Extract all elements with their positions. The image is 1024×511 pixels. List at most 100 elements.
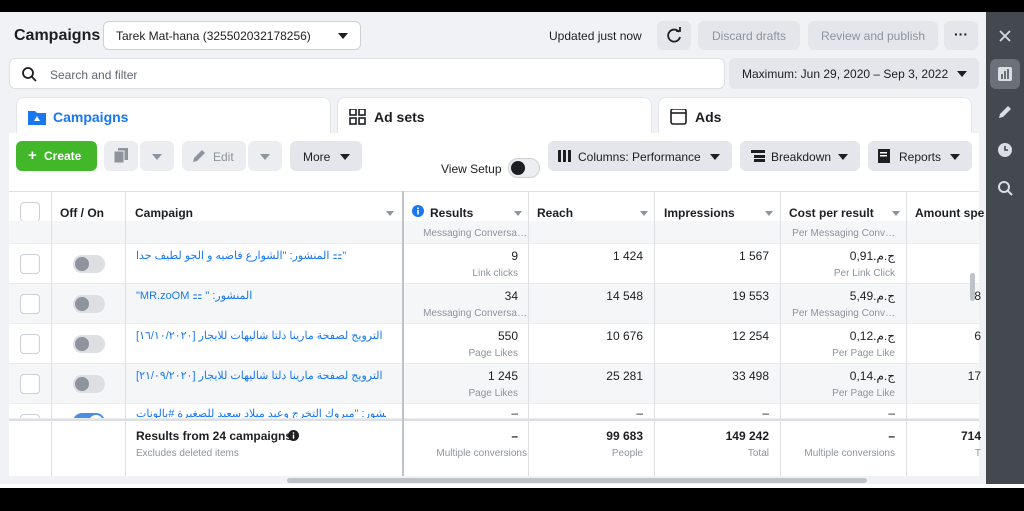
discard-drafts-button[interactable]: Discard drafts — [698, 21, 800, 50]
update-status: Updated just now — [549, 29, 642, 43]
duplicate-dropdown[interactable] — [140, 141, 174, 171]
col-impressions[interactable]: Impressions — [664, 206, 735, 220]
create-button[interactable]: + Create — [16, 141, 97, 171]
toggle-knob — [75, 377, 89, 391]
edit-panel-button[interactable] — [990, 97, 1020, 127]
reports-button[interactable]: Reports — [868, 141, 972, 171]
chevron-down-icon — [957, 71, 967, 77]
columns-icon — [558, 150, 571, 162]
column-divider — [780, 191, 781, 476]
close-icon — [999, 30, 1011, 42]
review-publish-button[interactable]: Review and publish — [808, 21, 938, 50]
edit-dropdown[interactable] — [248, 141, 282, 171]
column-divider — [51, 191, 52, 476]
cost-value: ج.م.0,91 — [849, 249, 895, 263]
close-button[interactable] — [990, 21, 1020, 51]
chevron-down-icon — [152, 154, 162, 160]
reach-value: 10 676 — [606, 329, 643, 343]
sort-caret-icon[interactable] — [765, 211, 773, 216]
create-label: Create — [44, 149, 82, 163]
impressions-value: 12 254 — [732, 329, 769, 343]
results-sub: Messaging Conversa… — [423, 308, 527, 319]
date-range-label: Maximum: Jun 29, 2020 – Sep 3, 2022 — [742, 67, 949, 81]
table-row[interactable]: "MR.zoOM ⚏ " :المنشور 34 Messaging Conve… — [9, 284, 981, 324]
sort-caret-icon[interactable] — [640, 211, 648, 216]
sort-caret-icon[interactable] — [386, 211, 394, 216]
amount-value: 17 — [967, 369, 981, 383]
impressions-value: 1 567 — [738, 249, 769, 263]
tab-campaigns[interactable]: Campaigns — [16, 97, 331, 137]
date-range-picker[interactable]: Maximum: Jun 29, 2020 – Sep 3, 2022 — [729, 58, 979, 89]
results-sub: Page Likes — [468, 348, 518, 359]
campaign-name-link[interactable]: [٢١/٠٩/٢٠٢٠] الترويج لصفحة مارينا دلتا ش… — [136, 369, 386, 382]
row-checkbox[interactable] — [20, 254, 40, 274]
horizontal-scrollbar[interactable] — [287, 478, 867, 483]
col-amount-spent[interactable]: Amount spe — [915, 206, 984, 220]
chevron-down-icon — [260, 154, 270, 160]
edit-button[interactable]: Edit — [182, 141, 246, 171]
tab-ads[interactable]: Ads — [658, 97, 972, 137]
tab-label: Campaigns — [53, 109, 129, 125]
totals-reach-sub: People — [611, 448, 643, 459]
col-offon[interactable]: Off / On — [60, 206, 104, 220]
amount-value: 6 — [974, 329, 981, 343]
search-input[interactable]: Search and filter — [9, 58, 725, 89]
history-button[interactable] — [990, 135, 1020, 165]
refresh-button[interactable] — [657, 21, 691, 50]
table-row[interactable]: [٢١/٠٩/٢٠٢٠] الترويج لصفحة مارينا دلتا ش… — [9, 364, 981, 404]
results-value: 9 — [511, 249, 518, 263]
col-results[interactable]: Results — [430, 206, 473, 220]
sort-caret-icon[interactable] — [892, 211, 900, 216]
cost-sub: Per Link Click — [833, 268, 895, 279]
clock-icon — [998, 143, 1012, 157]
campaign-name-link[interactable]: المنشور: "الشوارع فاضيه و الجو لطيف جدا … — [136, 249, 386, 262]
campaign-toggle[interactable] — [73, 375, 105, 393]
view-setup-toggle[interactable] — [508, 158, 540, 178]
inspect-button[interactable] — [990, 173, 1020, 203]
sort-caret-icon[interactable] — [514, 211, 522, 216]
duplicate-icon — [114, 148, 128, 164]
more-options-button[interactable]: ··· — [944, 21, 978, 50]
totals-amount: 714 — [960, 429, 981, 443]
row-checkbox[interactable] — [20, 374, 40, 394]
results-value: – — [511, 406, 518, 419]
col-cost-per-result[interactable]: Cost per result — [789, 206, 874, 220]
results-value: 34 — [504, 289, 518, 303]
folder-icon — [28, 111, 46, 125]
select-all-checkbox[interactable] — [20, 202, 40, 222]
campaign-name-link[interactable]: "MR.zoOM ⚏ " :المنشور — [136, 289, 386, 302]
tab-label: Ad sets — [374, 109, 425, 125]
charts-button[interactable] — [990, 59, 1020, 89]
breakdown-button[interactable]: Breakdown — [740, 141, 860, 171]
totals-amount-sub: T — [974, 448, 981, 459]
table-row[interactable]: المنشور: "الشوارع فاضيه و الجو لطيف جدا … — [9, 244, 979, 284]
campaign-toggle[interactable] — [73, 295, 105, 313]
col-reach[interactable]: Reach — [537, 206, 573, 220]
col-campaign[interactable]: Campaign — [135, 206, 193, 220]
campaign-name-link[interactable]: [١٦/١٠/٢٠٢٠] الترويج لصفحة مارينا دلتا ش… — [136, 329, 386, 342]
table-row: Messaging Conversa… Per Messaging Conv… — [9, 221, 979, 244]
toggle-knob — [75, 337, 89, 351]
campaign-toggle[interactable] — [73, 335, 105, 353]
totals-row: Results from 24 campaigns Excludes delet… — [9, 419, 981, 476]
campaign-toggle[interactable] — [73, 255, 105, 273]
row-checkbox[interactable] — [20, 294, 40, 314]
tab-ad-sets[interactable]: Ad sets — [337, 97, 652, 137]
column-divider — [125, 191, 126, 476]
row-checkbox[interactable] — [20, 334, 40, 354]
cost-value: ج.م.5,49 — [849, 289, 895, 303]
columns-button[interactable]: Columns: Performance — [548, 141, 732, 171]
table-row[interactable]: المنشور: "مبروك التخرج وعيد ميلاد سعيد ل… — [9, 404, 979, 419]
more-button[interactable]: More — [290, 141, 362, 171]
table-row[interactable]: [١٦/١٠/٢٠٢٠] الترويج لصفحة مارينا دلتا ش… — [9, 324, 981, 364]
impressions-value: 19 553 — [732, 289, 769, 303]
campaign-name-link[interactable]: المنشور: "مبروك التخرج وعيد ميلاد سعيد ل… — [136, 407, 386, 418]
account-selector[interactable]: Tarek Mat-hana (325502032178256) — [103, 21, 361, 50]
chevron-down-icon — [950, 154, 960, 160]
vertical-scrollbar[interactable] — [970, 273, 975, 301]
totals-label: Results from 24 campaigns — [136, 429, 293, 443]
toggle-knob — [75, 257, 89, 271]
more-label: More — [303, 150, 331, 164]
totals-cost-sub: Multiple conversions — [804, 448, 895, 459]
duplicate-button[interactable] — [104, 141, 138, 171]
